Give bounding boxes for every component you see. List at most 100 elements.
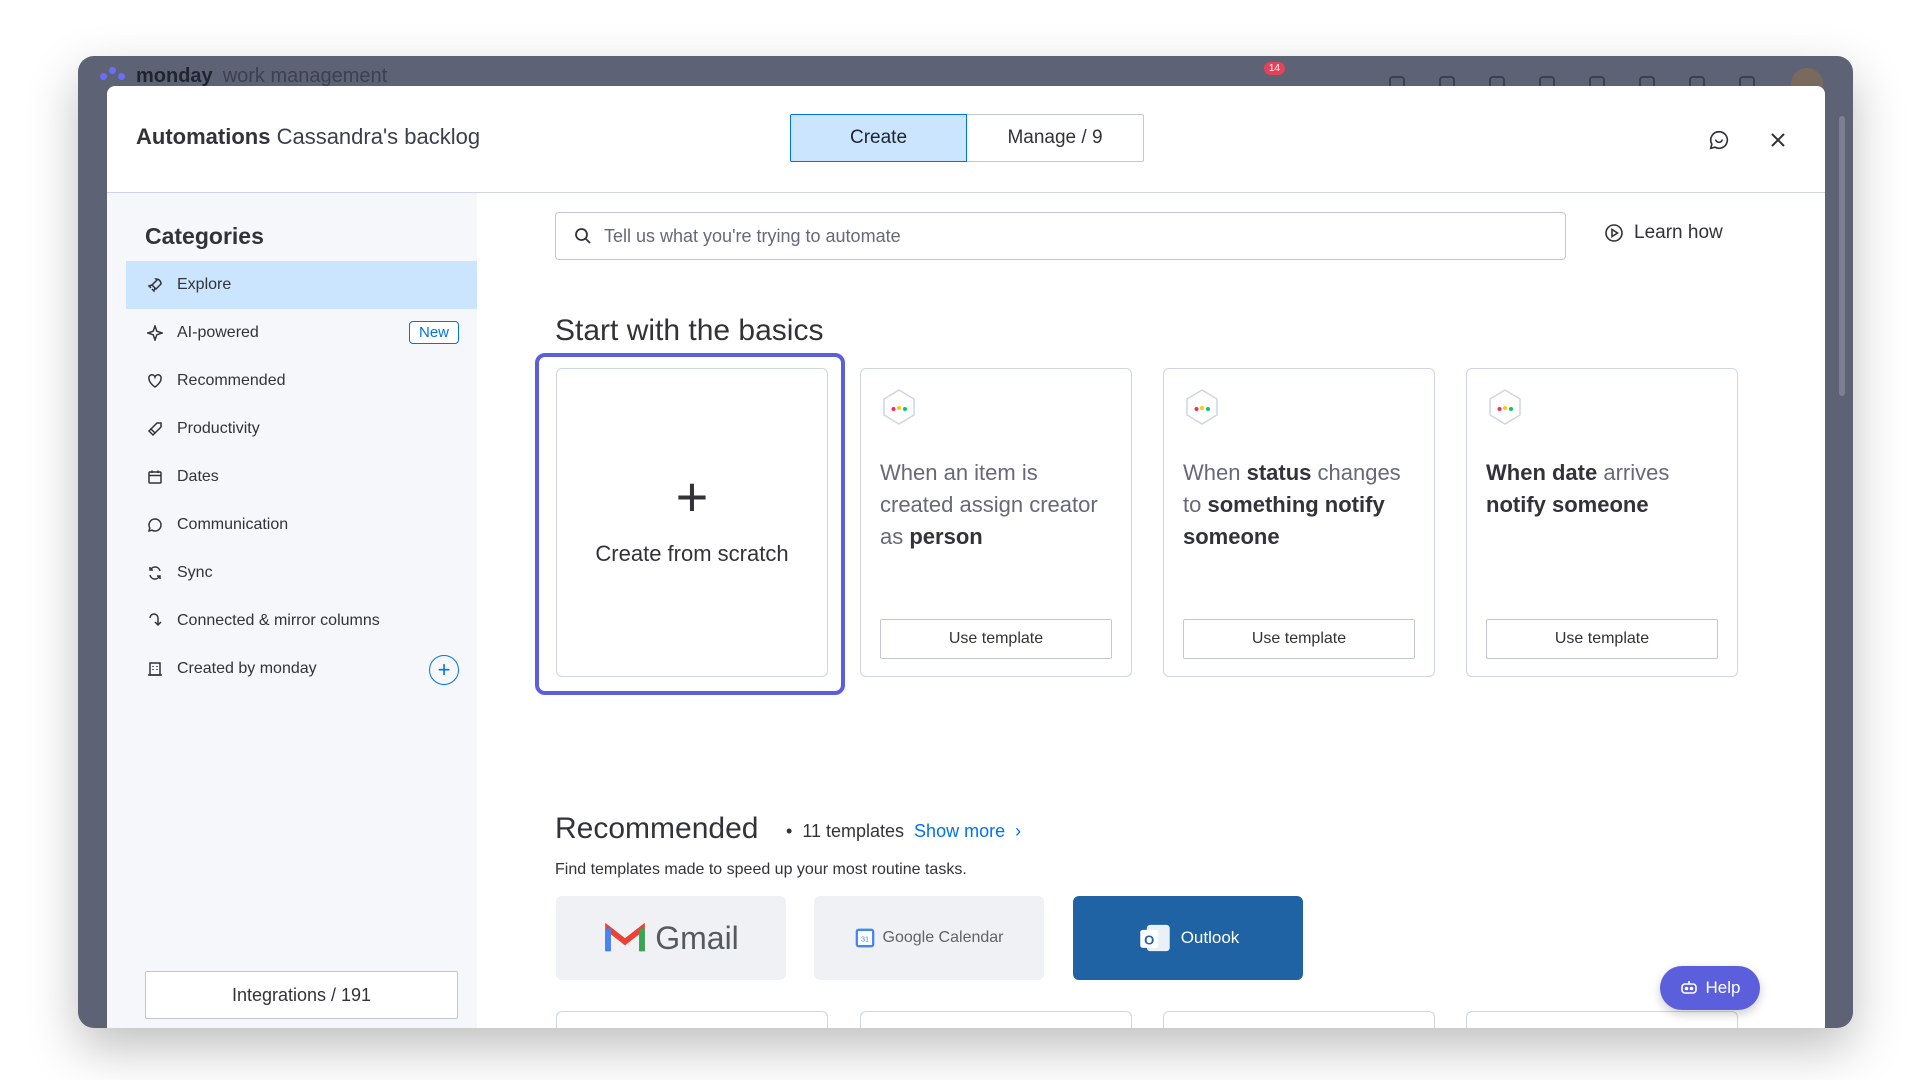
search-input[interactable] [604,225,1504,247]
google-calendar-tile[interactable]: 31 Google Calendar [814,896,1044,980]
monday-logo-icon [883,389,915,425]
create-manage-toggle: Create Manage / 9 [790,114,1144,162]
template-card[interactable] [556,1011,828,1028]
tab-manage[interactable]: Manage / 9 [967,114,1144,162]
notification-badge: 14 [1263,62,1285,75]
create-from-scratch-card[interactable]: + Create from scratch [556,368,828,677]
app-logo-bold: monday [136,64,213,87]
sparkle-icon [145,323,165,343]
template-card[interactable] [860,1011,1132,1028]
recommended-count: 11 templates [802,821,905,841]
add-icon[interactable]: + [429,655,459,685]
app-logo-light: work management [222,64,388,87]
gmail-icon [605,922,646,952]
category-communication[interactable]: Communication [126,501,477,549]
monday-logo-icon [1186,389,1218,425]
modal-title: Automations Cassandra's backlog [136,124,480,150]
show-more-link[interactable]: Show more [914,821,1005,842]
help-label: Help [1705,978,1741,997]
template-text-bold: When date [1486,460,1598,485]
speech-bubble-icon [145,515,165,535]
automations-modal: Automations Cassandra's backlog Create M… [107,86,1825,1028]
close-icon[interactable] [1764,126,1792,154]
robot-icon [1680,981,1697,994]
learn-how-link[interactable]: Learn how [1604,222,1723,244]
category-created-by-monday[interactable]: Created by monday + [126,645,477,693]
category-label: AI-powered [177,324,259,341]
template-card[interactable] [1466,1011,1738,1028]
modal-header: Automations Cassandra's backlog Create M… [107,86,1825,193]
category-list: Explore AI-powered New Recommended Produ… [126,261,477,693]
google-calendar-label: Google Calendar [882,929,1004,946]
recommended-subtitle: Find templates made to speed up your mos… [555,861,967,878]
category-label: Dates [177,468,219,485]
sync-icon [145,563,165,583]
category-explore[interactable]: Explore [126,261,477,309]
use-template-button[interactable]: Use template [880,619,1112,659]
integrations-button[interactable]: Integrations / 191 [145,971,458,1019]
separator-dot: • [786,821,793,841]
categories-title: Categories [145,223,264,249]
gmail-label: Gmail [655,919,739,956]
category-productivity[interactable]: Productivity [126,405,477,453]
create-from-scratch-label: Create from scratch [595,541,789,566]
play-icon [1605,224,1623,242]
template-card[interactable]: When an item is created assign creator a… [860,368,1132,677]
category-dates[interactable]: Dates [126,453,477,501]
google-calendar-icon: 31 [855,928,874,948]
template-description: When date arrives notify someone [1486,457,1718,521]
learn-how-label: Learn how [1634,222,1723,243]
category-label: Connected & mirror columns [177,612,380,629]
monday-logo-icon [100,67,126,85]
use-template-button[interactable]: Use template [1183,619,1415,659]
svg-text:31: 31 [860,935,868,944]
outlook-tile[interactable]: O Outlook [1073,896,1303,980]
basics-title: Start with the basics [555,314,824,347]
category-label: Productivity [177,420,260,437]
heart-icon [145,371,165,391]
app-logo: monday work management [100,65,387,88]
board-name: Cassandra's backlog [276,124,481,149]
use-template-button[interactable]: Use template [1486,619,1718,659]
template-text-bold: status [1246,460,1312,485]
monday-logo-icon [1489,389,1521,425]
template-description: When an item is created assign creator a… [880,457,1112,553]
new-badge: New [408,321,459,344]
outlook-label: Outlook [1180,928,1240,947]
search-icon [575,228,591,244]
template-description: When status changes to something notify … [1183,457,1415,553]
category-label: Created by monday [177,660,317,677]
chat-icon[interactable] [1705,126,1733,154]
rocket-icon [145,275,165,295]
category-connected-mirror[interactable]: Connected & mirror columns [126,597,477,645]
automation-search[interactable] [555,212,1566,260]
category-recommended[interactable]: Recommended [126,357,477,405]
svg-text:O: O [1144,933,1154,948]
tab-create[interactable]: Create [790,114,967,162]
category-label: Explore [177,276,232,293]
categories-sidebar: Categories Explore AI-powered New Recomm… [107,193,477,1028]
category-sync[interactable]: Sync [126,549,477,597]
template-card[interactable] [1163,1011,1435,1028]
recommended-meta: • 11 templates Show more › [786,821,1021,842]
help-button[interactable]: Help [1660,966,1760,1010]
scrollbar[interactable] [1839,116,1845,396]
building-icon [145,659,165,679]
template-text-bold: something notify someone [1183,492,1385,549]
gmail-tile[interactable]: Gmail [556,896,786,980]
template-card[interactable]: When status changes to something notify … [1163,368,1435,677]
plus-icon: + [675,465,709,528]
chevron-right-icon[interactable]: › [1015,821,1021,842]
connect-icon [145,611,165,631]
category-label: Communication [177,516,289,533]
calendar-icon [145,467,165,487]
category-label: Recommended [177,372,286,389]
recommended-title: Recommended [555,812,759,845]
category-label: Sync [177,564,213,581]
template-card[interactable]: When date arrives notify someone Use tem… [1466,368,1738,677]
template-text-bold: notify someone [1486,492,1649,517]
template-text-bold: person [909,524,983,549]
template-text: When [1183,460,1247,485]
template-text: arrives [1597,460,1670,485]
category-ai-powered[interactable]: AI-powered New [126,309,477,357]
